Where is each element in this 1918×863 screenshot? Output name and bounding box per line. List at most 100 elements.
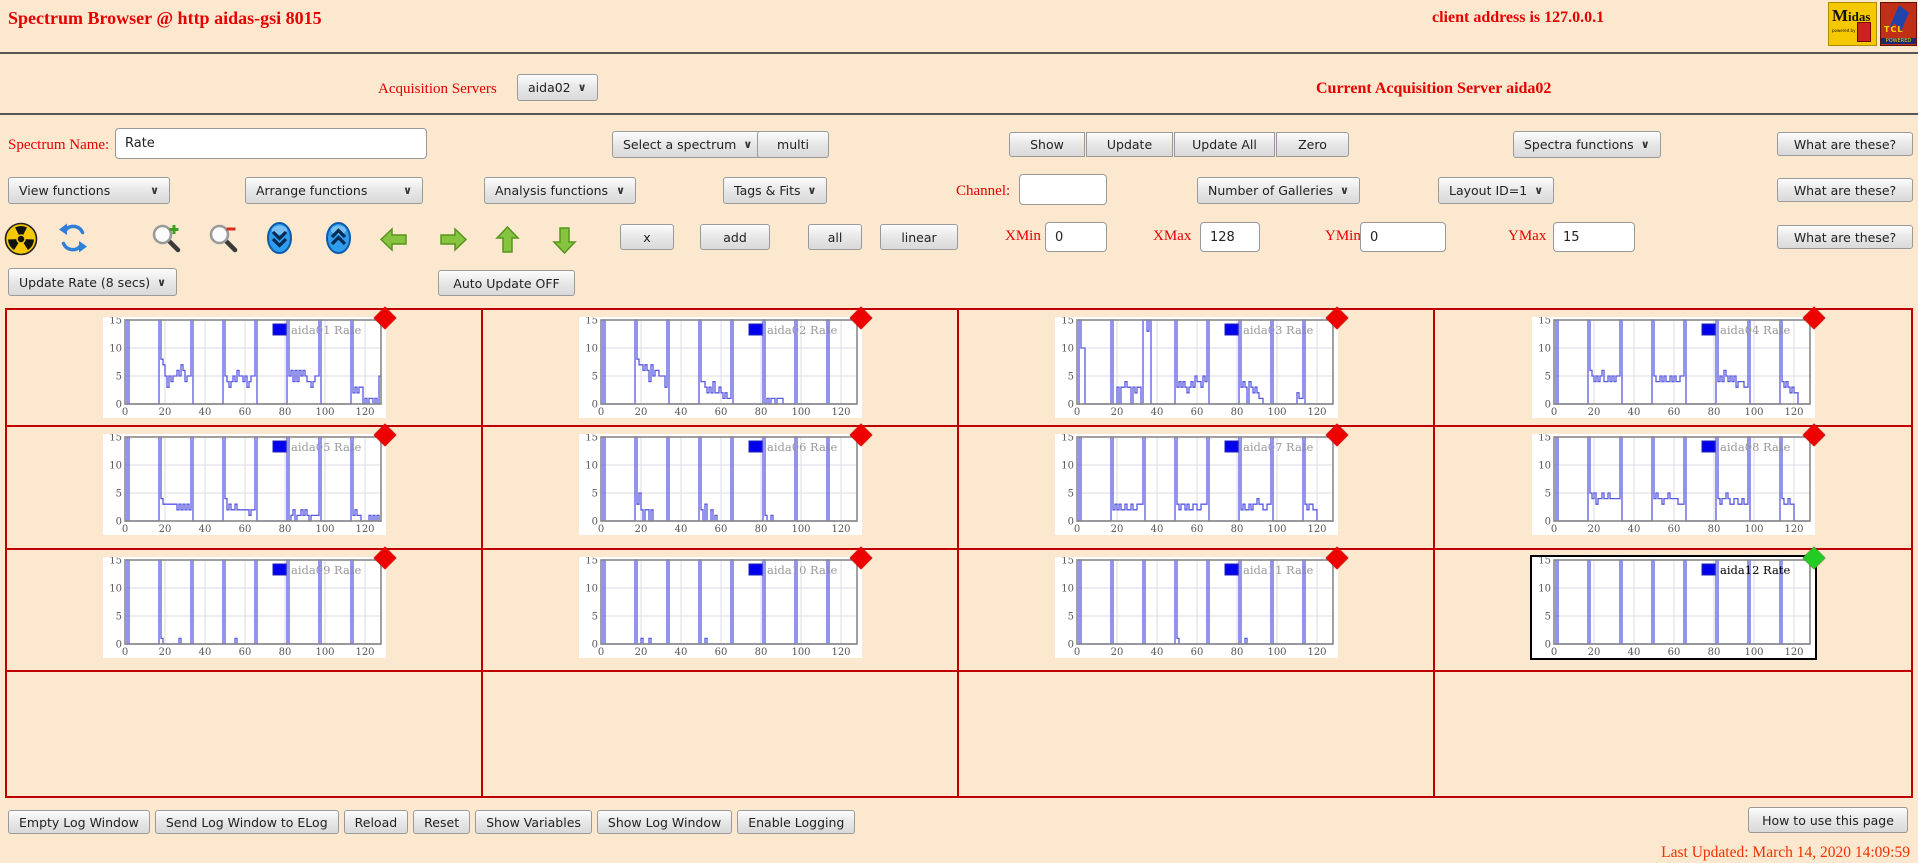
legend-label: aida02 Rate: [767, 323, 837, 337]
select-spectrum-dropdown[interactable]: Select a spectrum: [612, 131, 764, 158]
spectrum-plot-aida07[interactable]: 0510150 20 40 60 80 100 120aida07 Rate: [1054, 433, 1338, 535]
spectrum-plot-aida05[interactable]: 0510150 20 40 60 80 100 120aida05 Rate: [102, 433, 386, 535]
update-rate-dropdown[interactable]: Update Rate (8 secs): [8, 268, 178, 296]
zero-button[interactable]: Zero: [1276, 132, 1349, 157]
gallery-chart-aida08[interactable]: 0 5 10 15 0 20 40 60 80 100 120 aida08 Rate: [1531, 423, 1825, 535]
x-tick-label: 120: [1784, 647, 1803, 658]
arrow-left-icon[interactable]: [378, 224, 412, 258]
x-tick-label: 100: [315, 407, 334, 418]
xmax-input[interactable]: [1200, 222, 1260, 252]
legend-label: aida11 Rate: [1243, 563, 1313, 577]
spectrum-plot-aida12[interactable]: 0510150 20 40 60 80 100 120aida12 Rate: [1531, 556, 1815, 658]
legend-label: aida07 Rate: [1243, 440, 1313, 454]
spectrum-plot-aida03[interactable]: 0510150 20 40 60 80 100 120aida03 Rate: [1054, 316, 1338, 418]
y-tick-label: 5: [1067, 372, 1073, 383]
arrange-functions-dropdown[interactable]: Arrange functions: [245, 177, 423, 204]
all-button[interactable]: all: [808, 224, 862, 250]
gallery-chart-aida06[interactable]: 0 5 10 15 0 20 40 60 80 100 120 aida06 Rate: [578, 423, 872, 535]
x-tick-label: 120: [1784, 524, 1803, 535]
spectrum-plot-aida09[interactable]: 0510150 20 40 60 80 100 120aida09 Rate: [102, 556, 386, 658]
x-tick-label: 40: [1627, 647, 1640, 658]
ymax-input[interactable]: [1553, 222, 1635, 252]
x-tick-label: 0: [1550, 407, 1556, 418]
update-all-button[interactable]: Update All: [1174, 132, 1275, 157]
layout-id-dropdown[interactable]: Layout ID=1: [1438, 177, 1555, 204]
update-button[interactable]: Update: [1086, 132, 1173, 157]
x-tick-label: 0: [1550, 524, 1556, 535]
gallery-cell-12: 0 5 10 15 0 20 40 60 80 100 120 aida12 Rate: [1435, 546, 1911, 672]
radiation-icon[interactable]: [4, 222, 38, 256]
spectrum-plot-aida11[interactable]: 0510150 20 40 60 80 100 120aida11 Rate: [1054, 556, 1338, 658]
number-of-galleries-dropdown[interactable]: Number of Galleries: [1197, 177, 1360, 204]
empty-log-window-button[interactable]: Empty Log Window: [8, 810, 150, 834]
x-tick-label: 40: [1150, 407, 1163, 418]
what-are-these-button-1[interactable]: What are these?: [1777, 132, 1913, 156]
gallery-chart-aida07[interactable]: 0 5 10 15 0 20 40 60 80 100 120 aida07 Rate: [1054, 423, 1348, 535]
legend-marker: [1224, 440, 1238, 453]
gallery-chart-aida12[interactable]: 0 5 10 15 0 20 40 60 80 100 120 aida12 Rate: [1529, 546, 1825, 660]
spectrum-plot-aida10[interactable]: 0510150 20 40 60 80 100 120aida10 Rate: [578, 556, 862, 658]
spectrum-plot-aida06[interactable]: 0510150 20 40 60 80 100 120aida06 Rate: [578, 433, 862, 535]
enable-logging-button[interactable]: Enable Logging: [737, 810, 856, 834]
gallery-chart-aida09[interactable]: 0 5 10 15 0 20 40 60 80 100 120 aida09 Rate: [102, 546, 396, 658]
x-tick-label: 80: [278, 407, 291, 418]
view-functions-dropdown[interactable]: View functions: [8, 177, 170, 204]
gallery-chart-aida03[interactable]: 0 5 10 15 0 20 40 60 80 100 120 aida03 Rate: [1054, 306, 1348, 418]
chevron-down-icon: [616, 184, 625, 197]
arrow-down-icon[interactable]: [549, 224, 583, 258]
y-tick-label: 10: [1061, 584, 1074, 595]
chevron-down-icon: [150, 184, 159, 197]
show-button[interactable]: Show: [1009, 132, 1085, 157]
shrink-y-icon[interactable]: [266, 221, 300, 255]
y-tick-label: 10: [585, 344, 598, 355]
ymin-input[interactable]: [1360, 222, 1446, 252]
tags-fits-label: Tags & Fits: [734, 183, 801, 198]
expand-y-icon[interactable]: [325, 221, 359, 255]
add-button[interactable]: add: [700, 224, 770, 250]
analysis-functions-label: Analysis functions: [495, 183, 609, 198]
spectrum-name-input[interactable]: [115, 128, 427, 159]
multi-button[interactable]: multi: [757, 131, 829, 158]
spectrum-name-label: Spectrum Name:: [8, 137, 110, 153]
auto-update-button[interactable]: Auto Update OFF: [438, 270, 575, 296]
gallery-chart-aida11[interactable]: 0 5 10 15 0 20 40 60 80 100 120 aida11 Rate: [1054, 546, 1348, 658]
analysis-functions-dropdown[interactable]: Analysis functions: [484, 177, 636, 204]
gallery-chart-aida02[interactable]: 0 5 10 15 0 20 40 60 80 100 120 aida02 Rate: [578, 306, 872, 418]
legend-marker: [748, 440, 762, 453]
spectrum-plot-aida08[interactable]: 0510150 20 40 60 80 100 120aida08 Rate: [1531, 433, 1815, 535]
channel-input[interactable]: [1019, 174, 1107, 205]
tags-fits-dropdown[interactable]: Tags & Fits: [723, 177, 828, 204]
spectra-functions-dropdown[interactable]: Spectra functions: [1513, 131, 1661, 158]
what-are-these-button-2[interactable]: What are these?: [1777, 178, 1913, 202]
spectrum-plot-aida02[interactable]: 0510150 20 40 60 80 100 120aida02 Rate: [578, 316, 862, 418]
spectrum-plot-aida01[interactable]: 0510150 20 40 60 80 100 120aida01 Rate: [102, 316, 386, 418]
reset-button[interactable]: Reset: [413, 810, 471, 834]
send-log-to-elog-button[interactable]: Send Log Window to ELog: [154, 810, 339, 834]
midas-logo[interactable]: Midas powered by: [1828, 2, 1877, 46]
arrow-right-icon[interactable]: [437, 224, 471, 258]
x-tick-label: 120: [1307, 407, 1326, 418]
acquisition-server-select[interactable]: aida02: [517, 74, 598, 101]
linear-button[interactable]: linear: [880, 224, 958, 250]
how-to-use-button[interactable]: How to use this page: [1748, 807, 1908, 833]
refresh-icon[interactable]: [57, 222, 91, 256]
y-tick-label: 15: [1538, 557, 1551, 567]
xmin-input[interactable]: [1045, 222, 1107, 252]
gallery-chart-aida05[interactable]: 0 5 10 15 0 20 40 60 80 100 120 aida05 Rate: [102, 423, 396, 535]
x-button[interactable]: x: [620, 224, 674, 250]
tcl-powered-logo[interactable]: TCL POWERED: [1880, 2, 1917, 46]
x-tick-label: 0: [597, 647, 603, 658]
gallery-chart-aida01[interactable]: 0 5 10 15 0 20 40 60 80 100 120 aida01 Rate: [102, 306, 396, 418]
what-are-these-button-3[interactable]: What are these?: [1777, 225, 1913, 249]
arrow-up-icon[interactable]: [492, 224, 526, 258]
gallery-chart-aida04[interactable]: 0 5 10 15 0 20 40 60 80 100 120 aida04 Rate: [1531, 306, 1825, 418]
reload-button[interactable]: Reload: [343, 810, 409, 834]
legend-label: aida05 Rate: [291, 440, 361, 454]
zoom-out-icon[interactable]: [206, 222, 240, 256]
spectrum-plot-aida04[interactable]: 0510150 20 40 60 80 100 120aida04 Rate: [1531, 316, 1815, 418]
acquisition-servers-label: Acquisition Servers: [378, 81, 497, 97]
show-log-window-button[interactable]: Show Log Window: [596, 810, 733, 834]
zoom-in-icon[interactable]: [149, 222, 183, 256]
gallery-chart-aida10[interactable]: 0 5 10 15 0 20 40 60 80 100 120 aida10 Rate: [578, 546, 872, 658]
show-variables-button[interactable]: Show Variables: [475, 810, 592, 834]
